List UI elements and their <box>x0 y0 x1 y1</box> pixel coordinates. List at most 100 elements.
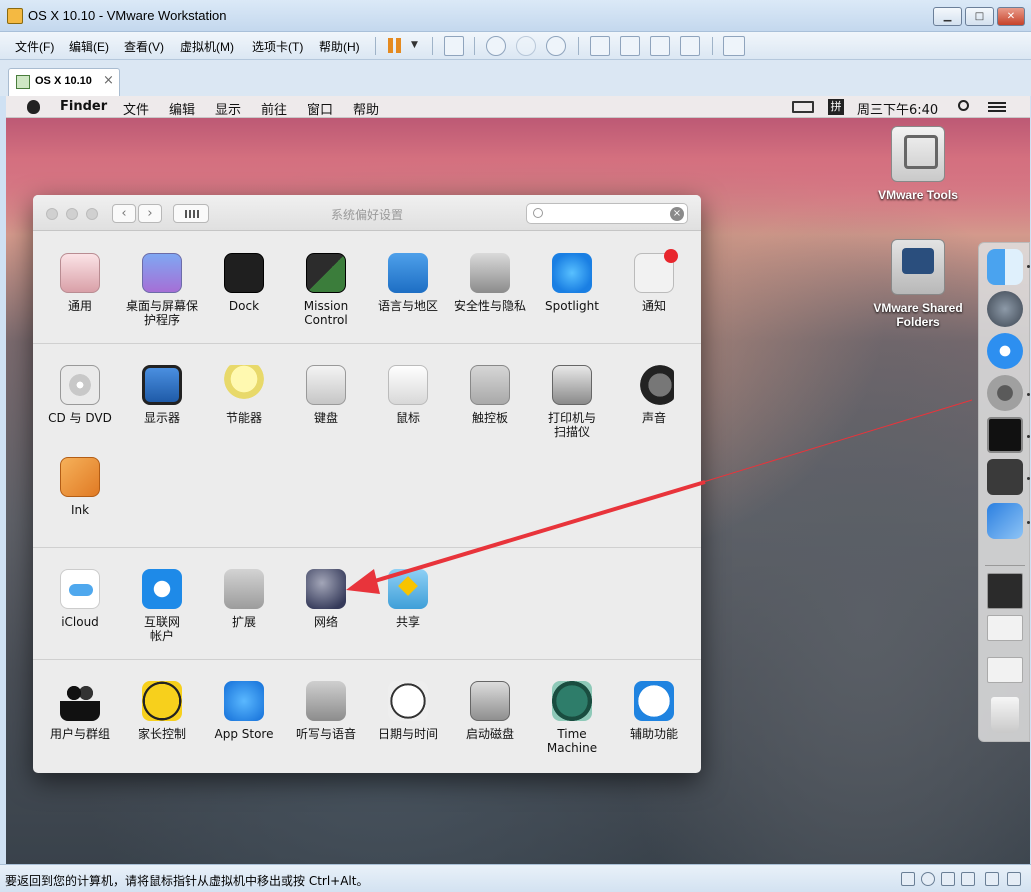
chevron-down-icon[interactable]: ▼ <box>411 40 418 50</box>
pane-label: 通用 <box>67 299 92 313</box>
pane-ink[interactable]: Ink <box>39 457 121 517</box>
dock <box>978 242 1030 742</box>
pane-app-store[interactable]: App Store <box>203 681 285 741</box>
pane-date-time[interactable]: 日期与时间 <box>367 681 449 741</box>
mac-menu-go[interactable]: 前往 <box>261 99 287 118</box>
menu-tabs[interactable]: 选项卡(T) <box>252 38 303 55</box>
trash-icon[interactable] <box>991 697 1019 733</box>
pane-mouse[interactable]: 鼠标 <box>367 365 449 425</box>
running-indicator <box>1027 265 1030 268</box>
system-preferences-icon[interactable] <box>987 375 1023 411</box>
display-mirroring-icon[interactable] <box>792 101 814 113</box>
revert-snapshot-icon[interactable] <box>516 36 536 56</box>
snapshot-manager-icon[interactable] <box>546 36 566 56</box>
fullscreen-icon[interactable] <box>650 36 670 56</box>
users-groups-icon <box>60 681 100 721</box>
pane-parental-controls[interactable]: 家长控制 <box>121 681 203 741</box>
pane-icloud[interactable]: iCloud <box>39 569 121 629</box>
terminal-icon[interactable] <box>987 417 1023 453</box>
mac-menu-view[interactable]: 显示 <box>215 99 241 118</box>
document-thumbnail-icon[interactable] <box>987 615 1023 641</box>
pane-users-groups[interactable]: 用户与群组 <box>39 681 121 741</box>
show-library-icon[interactable] <box>590 36 610 56</box>
tab-close-icon[interactable]: × <box>103 73 114 88</box>
pane-cd-dvd[interactable]: CD 与 DVD <box>39 365 121 425</box>
usb-icon[interactable] <box>961 872 975 886</box>
pane-label: 显示器 <box>143 411 180 425</box>
document-thumbnail-icon[interactable] <box>987 657 1023 683</box>
input-method-icon[interactable]: 拼 <box>828 99 844 115</box>
apple-icon[interactable] <box>27 100 40 114</box>
pane-sharing[interactable]: 共享 <box>367 569 449 629</box>
pane-trackpad[interactable]: 触控板 <box>449 365 531 425</box>
safari-icon[interactable] <box>987 333 1023 369</box>
console-view-icon[interactable] <box>723 36 745 56</box>
send-keys-icon[interactable] <box>444 36 464 56</box>
pane-spotlight[interactable]: Spotlight <box>531 253 613 313</box>
tab-bar: OS X 10.10 × <box>0 60 1031 96</box>
unity-icon[interactable] <box>680 36 700 56</box>
menu-help[interactable]: 帮助(H) <box>319 38 360 55</box>
maximize-button[interactable]: □ <box>965 7 994 26</box>
menu-finder[interactable]: Finder <box>60 99 107 114</box>
pane-network[interactable]: 网络 <box>285 569 367 629</box>
close-window-button[interactable]: ✕ <box>997 7 1025 26</box>
mac-menu-help[interactable]: 帮助 <box>353 99 379 118</box>
spotlight-search-icon[interactable] <box>958 100 969 111</box>
sound-card-icon[interactable] <box>985 872 999 886</box>
tab-os-x[interactable]: OS X 10.10 × <box>8 68 120 96</box>
guest-screen[interactable]: Finder 文件 编辑 显示 前往 窗口 帮助 拼 周三下午6:40 VMwa… <box>6 96 1030 864</box>
quick-switch-icon[interactable] <box>620 36 640 56</box>
xcode-icon[interactable] <box>987 503 1023 539</box>
pane-time-machine[interactable]: Time Machine <box>531 681 613 755</box>
notifications-icon <box>634 249 678 293</box>
pane-energy-saver[interactable]: 节能器 <box>203 365 285 425</box>
clear-search-icon[interactable]: × <box>670 207 684 221</box>
pane-sound[interactable]: 声音 <box>613 365 695 425</box>
menu-view[interactable]: 查看(V) <box>124 38 164 55</box>
menu-edit[interactable]: 编辑(E) <box>69 38 109 55</box>
hard-disk-icon[interactable] <box>901 872 915 886</box>
desktop-icon-shared-folders[interactable]: VMware Shared Folders <box>863 239 973 329</box>
launchpad-icon[interactable] <box>987 291 1023 327</box>
pane-desktop[interactable]: 桌面与屏幕保护程序 <box>121 253 203 327</box>
pane-displays[interactable]: 显示器 <box>121 365 203 425</box>
display-settings-icon[interactable] <box>1007 872 1021 886</box>
toolbar-separator <box>375 37 376 55</box>
pane-internet-accounts[interactable]: 互联网帐户 <box>121 569 203 643</box>
minimize-button[interactable]: ▁ <box>933 7 962 26</box>
sublime-text-icon[interactable] <box>987 459 1023 495</box>
pane-dictation-speech[interactable]: 听写与语音 <box>285 681 367 741</box>
pane-label: 触控板 <box>471 411 508 425</box>
displays-icon <box>142 365 182 405</box>
pane-extensions[interactable]: 扩展 <box>203 569 285 629</box>
network-adapter-icon[interactable] <box>941 872 955 886</box>
pane-accessibility[interactable]: 辅助功能 <box>613 681 695 741</box>
menu-vm[interactable]: 虚拟机(M) <box>180 38 234 55</box>
menubar-clock[interactable]: 周三下午6:40 <box>857 99 938 118</box>
pause-icon[interactable] <box>385 36 405 56</box>
pane-startup-disk[interactable]: 启动磁盘 <box>449 681 531 741</box>
prefs-search-field[interactable]: × <box>526 203 688 224</box>
pane-printers-scanners[interactable]: 打印机与扫描仪 <box>531 365 613 439</box>
desktop-icon-label: VMware Shared Folders <box>873 301 963 329</box>
pane-dock[interactable]: Dock <box>203 253 285 313</box>
snapshot-icon[interactable] <box>486 36 506 56</box>
pane-notifications[interactable]: 通知 <box>613 249 695 313</box>
pane-security-privacy[interactable]: 安全性与隐私 <box>449 253 531 313</box>
document-thumbnail-icon[interactable] <box>987 573 1023 609</box>
mac-menu-file[interactable]: 文件 <box>123 99 149 118</box>
pane-general[interactable]: 通用 <box>39 253 121 313</box>
pane-label: iCloud <box>61 615 99 629</box>
pane-mission-control[interactable]: Mission Control <box>285 253 367 327</box>
cd-drive-icon[interactable] <box>921 872 935 886</box>
mac-menu-edit[interactable]: 编辑 <box>169 99 195 118</box>
pane-keyboard[interactable]: 键盘 <box>285 365 367 425</box>
notification-center-icon[interactable] <box>988 102 1006 112</box>
desktop-icon-vmware-tools[interactable]: VMware Tools <box>863 126 973 202</box>
pane-language-region[interactable]: 语言与地区 <box>367 253 449 313</box>
mac-menu-window[interactable]: 窗口 <box>307 99 333 118</box>
menu-file[interactable]: 文件(F) <box>15 38 54 55</box>
status-text: 要返回到您的计算机，请将鼠标指针从虚拟机中移出或按 Ctrl+Alt。 <box>5 874 369 888</box>
finder-icon[interactable] <box>987 249 1023 285</box>
